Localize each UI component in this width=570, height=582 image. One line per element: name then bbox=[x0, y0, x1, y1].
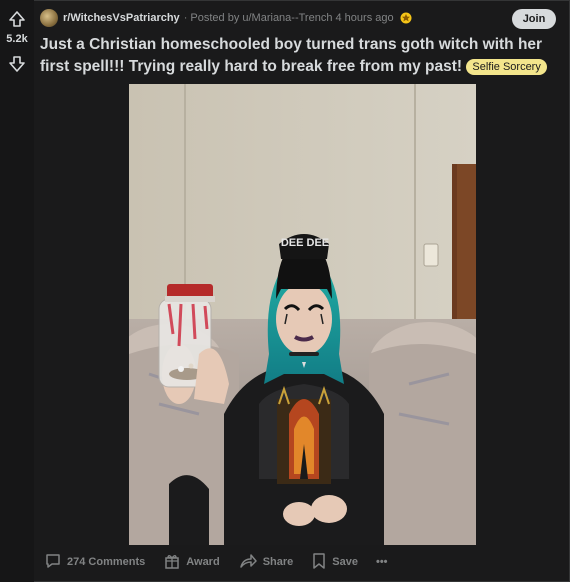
comments-button[interactable]: 274 Comments bbox=[44, 552, 145, 573]
share-arrow-icon bbox=[238, 552, 263, 573]
share-button[interactable]: Share bbox=[238, 552, 294, 573]
post-meta: r/WitchesVsPatriarchy · Posted by u/Mari… bbox=[40, 8, 413, 28]
speech-bubble-icon bbox=[44, 552, 67, 573]
share-label: Share bbox=[262, 556, 294, 568]
more-options-button[interactable]: ••• bbox=[376, 556, 388, 568]
bookmark-icon bbox=[311, 552, 332, 573]
subreddit-icon[interactable] bbox=[40, 9, 58, 27]
more-label: ••• bbox=[375, 556, 388, 568]
post-flair[interactable]: Selfie Sorcery bbox=[466, 58, 547, 75]
posted-by[interactable]: · Posted by u/Mariana--Trench 4 hours ag… bbox=[184, 12, 394, 24]
award-label: Award bbox=[186, 556, 220, 568]
post-actions: 274 Comments Award Share Save ••• bbox=[44, 552, 406, 572]
vote-column: 5.2k bbox=[0, 0, 34, 582]
beanie-text: DEE DEE bbox=[281, 237, 329, 249]
award-button[interactable]: Award bbox=[163, 552, 220, 573]
subreddit-link[interactable]: r/WitchesVsPatriarchy bbox=[63, 12, 180, 24]
vote-score: 5.2k bbox=[6, 33, 28, 45]
award-badge-icon[interactable] bbox=[399, 11, 413, 25]
post-image[interactable]: DEE DEE bbox=[129, 84, 476, 545]
arrow-down-icon[interactable] bbox=[7, 54, 27, 74]
gift-icon bbox=[163, 552, 186, 573]
save-button[interactable]: Save bbox=[311, 552, 358, 573]
post-title[interactable]: Just a Christian homeschooled boy turned… bbox=[40, 34, 560, 78]
arrow-up-icon[interactable] bbox=[7, 9, 27, 29]
save-label: Save bbox=[332, 556, 358, 568]
join-button[interactable]: Join bbox=[512, 9, 556, 29]
comments-label: 274 Comments bbox=[67, 556, 146, 568]
